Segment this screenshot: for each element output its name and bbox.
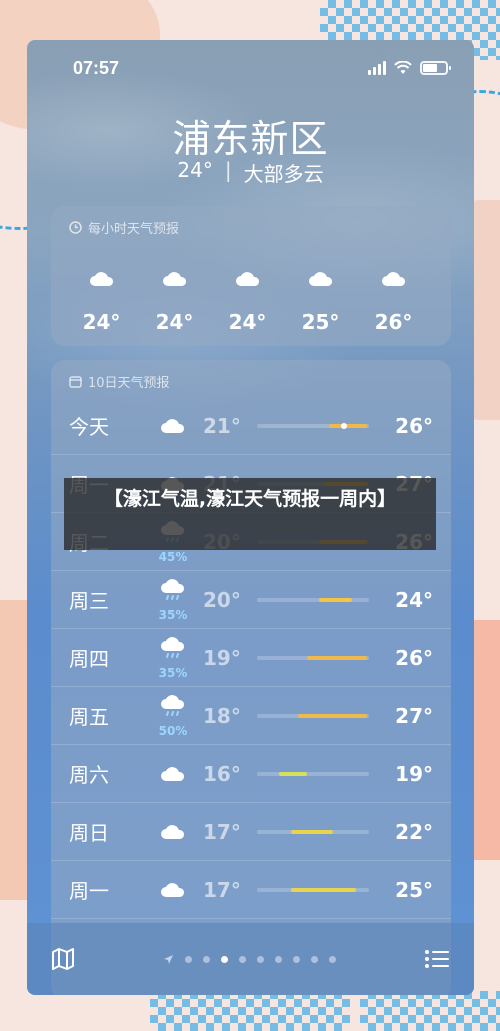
hourly-item: 26: [430, 267, 451, 336]
status-time: 07:57: [73, 58, 120, 78]
list-icon[interactable]: [424, 949, 450, 969]
low-temp: 21°: [203, 413, 241, 438]
hourly-item: 24°: [65, 267, 138, 336]
rain-icon: [158, 635, 188, 665]
page-dot[interactable]: [239, 955, 246, 963]
low-temp: 16°: [203, 761, 241, 786]
hourly-temp: 24°: [228, 310, 267, 334]
page-indicator[interactable]: [75, 950, 424, 969]
day-name: 周一: [69, 879, 109, 903]
location-title: 浦东新区: [172, 117, 329, 161]
precip-chance: 35%: [158, 608, 188, 622]
hourly-item: 24°: [211, 267, 284, 336]
page-dot[interactable]: [293, 955, 300, 963]
current-temp: 24°: [177, 158, 213, 182]
cloud-icon: [233, 267, 263, 292]
location-arrow-icon: [163, 950, 174, 969]
daily-row[interactable]: 今天 21° 26°: [51, 397, 451, 455]
current-summary: 24° | 大部多云: [27, 158, 474, 187]
hourly-temp: 24°: [155, 310, 194, 334]
cloud-icon: [158, 878, 188, 902]
day-name: 周六: [69, 763, 109, 787]
day-name: 今天: [69, 415, 109, 439]
summary-separator: |: [224, 158, 232, 182]
high-temp: 19°: [395, 761, 433, 786]
page-dot[interactable]: [221, 955, 228, 963]
article-title-banner: 【濠江气温,濠江天气预报一周内】: [64, 478, 436, 550]
wifi-icon: [394, 61, 412, 74]
page-dot[interactable]: [329, 955, 336, 963]
daily-row[interactable]: 周一 17° 25°: [51, 861, 451, 919]
map-icon[interactable]: [51, 948, 75, 970]
page-dot[interactable]: [203, 955, 210, 963]
hourly-temp: 24°: [82, 310, 121, 334]
low-temp: 19°: [203, 645, 241, 670]
high-temp: 22°: [395, 819, 433, 844]
page-dot[interactable]: [311, 955, 318, 963]
hourly-forecast-card[interactable]: 每小时天气预报 24° 24° 24° 25° 26° 26: [51, 206, 451, 346]
precip-chance: 35%: [158, 666, 188, 680]
clock-icon: [69, 221, 82, 234]
page-dot[interactable]: [185, 955, 192, 963]
current-condition: 大部多云: [243, 162, 324, 186]
temp-range-bar: [257, 713, 369, 718]
daily-forecast-card[interactable]: 10日天气预报 今天21°26°周一21°27°周二45%20°26°周三35%…: [51, 360, 451, 995]
hourly-temp: 26°: [374, 310, 413, 334]
high-temp: 24°: [395, 587, 433, 612]
hourly-item: 26°: [357, 267, 430, 336]
hourly-item: 25°: [284, 267, 357, 336]
calendar-icon: [69, 376, 82, 388]
high-temp: 26°: [395, 413, 433, 438]
precip-chance: 45%: [158, 550, 188, 564]
day-name: 周四: [69, 647, 109, 671]
temp-range-bar: [257, 771, 369, 776]
temp-range-bar: [257, 655, 369, 660]
daily-row[interactable]: 周三 35% 20° 24°: [51, 571, 451, 629]
cloud-icon: [158, 762, 188, 786]
daily-row[interactable]: 周日 17° 22°: [51, 803, 451, 861]
page-dot[interactable]: [275, 955, 282, 963]
precip-chance: 50%: [158, 724, 188, 738]
high-temp: 27°: [395, 703, 433, 728]
page-dot[interactable]: [257, 955, 264, 963]
low-temp: 18°: [203, 703, 241, 728]
temp-range-bar: [257, 829, 369, 834]
daily-row[interactable]: 周五 50% 18° 27°: [51, 687, 451, 745]
low-temp: 17°: [203, 877, 241, 902]
rain-icon: [158, 693, 188, 723]
hourly-temp: 25°: [301, 310, 340, 334]
rain-icon: [158, 577, 188, 607]
hourly-header: 每小时天气预报: [88, 222, 180, 237]
low-temp: 20°: [203, 587, 241, 612]
temp-range-bar: [257, 887, 369, 892]
temp-range-bar: [257, 597, 369, 602]
bottom-toolbar: [27, 923, 474, 995]
cloud-icon: [87, 267, 117, 292]
hourly-item: 24°: [138, 267, 211, 336]
low-temp: 17°: [203, 819, 241, 844]
cloud-icon: [306, 267, 336, 292]
battery-icon: [420, 61, 451, 75]
day-name: 周三: [69, 589, 109, 613]
cloud-icon: [158, 820, 188, 844]
daily-row[interactable]: 周四 35% 19° 26°: [51, 629, 451, 687]
daily-header: 10日天气预报: [88, 376, 170, 391]
status-bar: 07:57: [27, 58, 474, 80]
daily-row[interactable]: 周六 16° 19°: [51, 745, 451, 803]
cloud-icon: [158, 414, 188, 438]
high-temp: 26°: [395, 645, 433, 670]
current-temp-dot: [341, 422, 348, 429]
cloud-icon: [160, 267, 190, 292]
temp-range-bar: [257, 422, 369, 429]
day-name: 周日: [69, 821, 109, 845]
cellular-signal-icon: [368, 61, 386, 75]
cloud-icon: [379, 267, 409, 292]
high-temp: 25°: [395, 877, 433, 902]
day-name: 周五: [69, 705, 109, 729]
